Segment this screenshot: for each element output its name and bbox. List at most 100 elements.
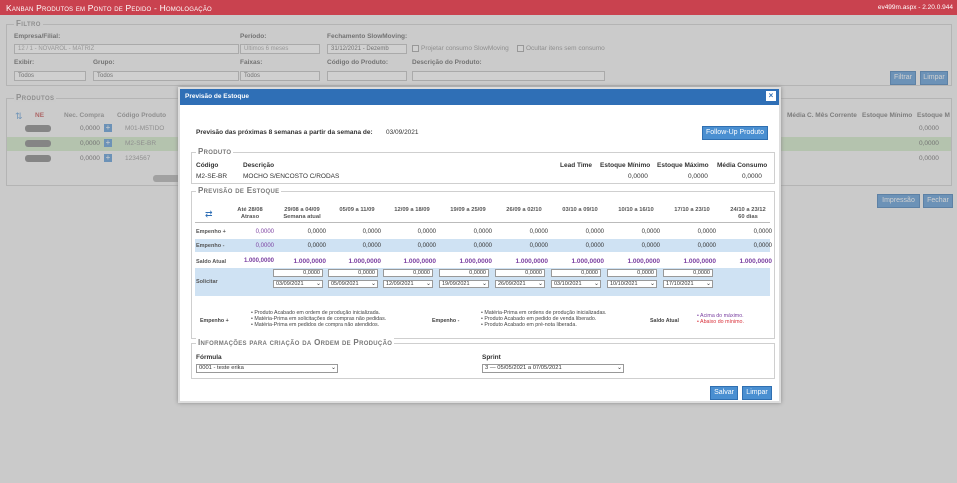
legend-saldo-title: Saldo Atual: [650, 318, 679, 324]
modal-title: Previsão de Estoque: [185, 93, 249, 100]
empenho-minus-cell: 0,0000: [417, 243, 436, 249]
week-subheader: 60 dias: [738, 214, 758, 220]
produto-legend: Produto: [196, 147, 234, 156]
solicitar-qty-input[interactable]: 0,0000: [663, 269, 713, 277]
chevron-down-icon: ⌄: [593, 281, 599, 287]
legend-minus-text-2: Produto Acabado em pré-nota liberada.: [484, 322, 577, 328]
saldo-cell: 1.000,0000: [683, 258, 716, 265]
solicitar-date-select[interactable]: 05/09/2021 ⌄: [328, 280, 378, 288]
saldo-cell: 1.000,0000: [403, 258, 436, 265]
legend-block: Empenho + • Produto Acabado em ordem de …: [195, 308, 770, 334]
empenho-plus-text: Empenho +: [196, 229, 226, 235]
chevron-down-icon: ⌄: [705, 281, 711, 287]
solicitar-date-select[interactable]: 03/10/2021 ⌄: [551, 280, 601, 288]
h-min: Estoque Mínimo: [600, 162, 651, 169]
solicitar-date-value: 03/09/2021: [276, 281, 304, 287]
week-header: 17/10 a 23/10: [674, 207, 710, 213]
h-codigo: Código: [196, 162, 219, 169]
saldo-cell: 1.000,0000: [515, 258, 548, 265]
h-lead: Lead Time: [560, 162, 593, 169]
empenho-minus-cell: 0,0000: [529, 243, 548, 249]
solicitar-date-value: 19/09/2021: [442, 281, 470, 287]
legend-below: • Abaixo do mínimo.: [697, 319, 744, 325]
forecast-label: Previsão das próximas 8 semanas a partir…: [196, 129, 373, 136]
produto-media: 0,0000: [742, 173, 762, 180]
refresh-icon[interactable]: ⇄: [205, 209, 213, 220]
produto-max: 0,0000: [688, 173, 708, 180]
empenho-minus-cell: 0,0000: [697, 243, 716, 249]
chevron-down-icon: ⌄: [616, 365, 622, 371]
solicitar-date-value: 12/09/2021: [386, 281, 414, 287]
chevron-down-icon: ⌄: [537, 281, 543, 287]
formula-select[interactable]: 0001 - teste erika ⌄: [196, 364, 338, 373]
legend-minus-2: • Produto Acabado em pré-nota liberada.: [481, 322, 577, 328]
forecast-date: 03/09/2021: [386, 129, 419, 136]
saldo-cell: 1.000,0000: [627, 258, 660, 265]
solicitar-qty-input[interactable]: 0,0000: [495, 269, 545, 277]
solicitar-qty-input[interactable]: 0,0000: [328, 269, 378, 277]
chevron-down-icon: ⌄: [481, 281, 487, 287]
saldo-cell: 1.000,0000: [243, 258, 274, 264]
legend-plus-title: Empenho +: [200, 318, 229, 324]
empenho-plus-cell: 0,0000: [697, 229, 716, 235]
empenho-plus-cell: 0,0000: [417, 229, 436, 235]
solicitar-date-select[interactable]: 17/10/2021 ⌄: [663, 280, 713, 288]
limpar-modal-button[interactable]: Limpar: [742, 386, 772, 400]
close-icon[interactable]: ×: [766, 91, 776, 101]
empenho-minus-cell: 0,0000: [585, 243, 604, 249]
modal-header: Previsão de Estoque ×: [180, 89, 779, 105]
sprint-value: 3 — 05/05/2021 a 07/05/2021: [485, 365, 562, 371]
salvar-button[interactable]: Salvar: [710, 386, 738, 400]
solicitar-date-select[interactable]: 19/09/2021 ⌄: [439, 280, 489, 288]
h-descricao: Descrição: [243, 162, 275, 169]
sprint-label: Sprint: [482, 354, 501, 361]
week-header: 12/09 a 18/09: [394, 207, 430, 213]
forecast-grid: ⇄ Empenho + Empenho - Saldo Atual Solici…: [195, 205, 772, 300]
app-title: Kanban Produtos em Ponto de Pedido - Hom…: [6, 3, 212, 13]
h-max: Estoque Máximo: [657, 162, 709, 169]
h-media: Média Consumo: [717, 162, 768, 169]
week-header: Até 28/08: [237, 207, 263, 213]
solicitar-date-select[interactable]: 10/10/2021 ⌄: [607, 280, 657, 288]
empenho-minus-cell: 0,0000: [307, 243, 326, 249]
formula-label: Fórmula: [196, 354, 222, 361]
solicitar-date-select[interactable]: 03/09/2021 ⌄: [273, 280, 323, 288]
week-header: 19/09 a 25/09: [450, 207, 486, 213]
solicitar-qty-input[interactable]: 0,0000: [383, 269, 433, 277]
solicitar-date-select[interactable]: 12/09/2021 ⌄: [383, 280, 433, 288]
week-subheader: Semana atual: [283, 214, 321, 220]
solicitar-date-select[interactable]: 26/09/2021 ⌄: [495, 280, 545, 288]
solicitar-date-value: 17/10/2021: [666, 281, 694, 287]
produto-descricao: MOCHO S/ENCOSTO C/RODAS: [243, 173, 340, 180]
empenho-minus-cell: 0,0000: [641, 243, 660, 249]
week-header: 05/09 a 11/09: [339, 207, 375, 213]
saldo-cell: 1.000,0000: [293, 258, 326, 265]
solicitar-qty-input[interactable]: 0,0000: [551, 269, 601, 277]
empenho-minus-cell: 0,0000: [362, 243, 381, 249]
solicitar-qty-input[interactable]: 0,0000: [273, 269, 323, 277]
empenho-minus-cell: 0,0000: [473, 243, 492, 249]
legend-below-text: Abaixo do mínimo.: [700, 319, 744, 325]
saldo-cell: 1.000,0000: [571, 258, 604, 265]
formula-value: 0001 - teste erika: [199, 365, 244, 371]
ordem-section: Informações para criação da Ordem de Pro…: [191, 338, 775, 379]
solicitar-qty-input[interactable]: 0,0000: [439, 269, 489, 277]
chevron-down-icon: ⌄: [649, 281, 655, 287]
empenho-plus-cell: 0,0000: [473, 229, 492, 235]
saldo-cell: 1.000,0000: [348, 258, 381, 265]
row-label-saldo: Saldo Atual: [196, 259, 227, 265]
legend-minus-title: Empenho -: [432, 318, 460, 324]
chevron-down-icon: ⌄: [315, 281, 321, 287]
legend-plus-text-2: Matéria-Prima em pedidos de compra não a…: [254, 322, 380, 328]
followup-button[interactable]: Follow-Up Produto: [702, 126, 768, 140]
chevron-down-icon: ⌄: [330, 365, 336, 371]
week-header: 10/10 a 16/10: [618, 207, 654, 213]
previsao-modal: Previsão de Estoque × Previsão das próxi…: [178, 87, 781, 403]
sprint-select[interactable]: 3 — 05/05/2021 a 07/05/2021 ⌄: [482, 364, 624, 373]
solicitar-date-value: 05/09/2021: [331, 281, 359, 287]
empenho-minus-cell: 0,0000: [255, 243, 274, 249]
solicitar-qty-input[interactable]: 0,0000: [607, 269, 657, 277]
chevron-down-icon: ⌄: [370, 281, 376, 287]
week-subheader: Atraso: [240, 214, 260, 220]
empenho-plus-cell: 0,0000: [585, 229, 604, 235]
